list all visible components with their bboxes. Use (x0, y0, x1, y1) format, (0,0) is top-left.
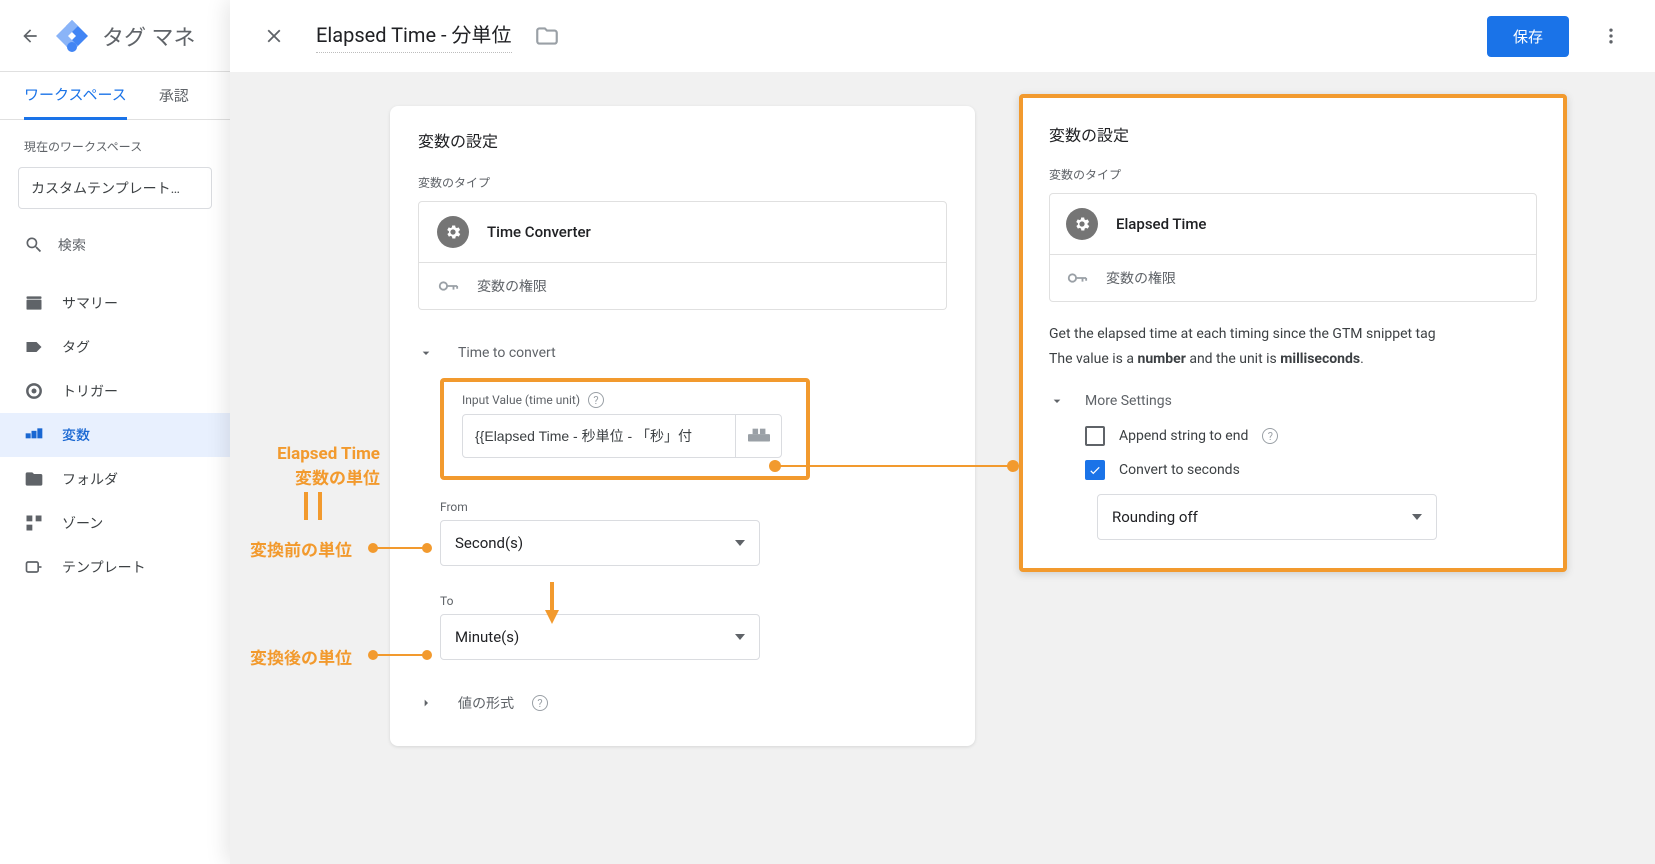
from-select[interactable]: Second(s) (440, 520, 760, 566)
nav-tags[interactable]: タグ (0, 325, 230, 369)
app-title: タグ マネ (102, 20, 195, 52)
input-value-field[interactable] (462, 414, 782, 458)
append-string-row[interactable]: Append string to end ? (1085, 426, 1537, 446)
to-label: To (440, 594, 810, 608)
rounding-select[interactable]: Rounding off (1097, 494, 1437, 540)
to-select[interactable]: Minute(s) (440, 614, 760, 660)
close-button[interactable] (254, 16, 294, 56)
gear-icon (437, 216, 469, 248)
annotation-dot (368, 543, 378, 553)
search-field[interactable]: 検索 (18, 227, 212, 263)
workspace-label: 現在のワークスペース (0, 138, 230, 163)
convert-seconds-row[interactable]: Convert to seconds (1085, 460, 1537, 480)
right-permissions-label: 変数の権限 (1106, 268, 1176, 288)
annotation-line (370, 654, 426, 656)
value-format-section[interactable]: 値の形式 ? (390, 666, 975, 734)
to-select-value: Minute(s) (455, 628, 519, 646)
right-description: Get the elapsed time at each timing sinc… (1049, 322, 1537, 372)
key-icon (437, 275, 459, 297)
rounding-select-value: Rounding off (1112, 508, 1198, 526)
annotation-arrow-stem (550, 582, 554, 612)
annotation-line (304, 492, 308, 520)
right-type-name: Elapsed Time (1116, 215, 1206, 233)
chevron-down-icon (735, 634, 745, 640)
right-type-row[interactable]: Elapsed Time (1049, 193, 1537, 255)
input-value-input[interactable] (463, 428, 735, 444)
annotation-dot (769, 460, 781, 472)
search-icon (24, 235, 44, 255)
variable-name-input[interactable]: Elapsed Time - 分単位 (316, 19, 512, 53)
elapsed-time-card: 変数の設定 変数のタイプ Elapsed Time 変数の権限 Get the … (1019, 94, 1567, 572)
variable-type-row[interactable]: Time Converter (418, 201, 947, 263)
right-permissions-row[interactable]: 変数の権限 (1049, 255, 1537, 302)
annotation-from: 変換前の単位 (250, 536, 352, 561)
type-label: 変数のタイプ (390, 168, 975, 201)
permissions-label: 変数の権限 (477, 276, 547, 296)
nav-variables[interactable]: 変数 (0, 413, 230, 457)
folder-icon[interactable] (534, 23, 560, 49)
search-placeholder: 検索 (58, 235, 86, 255)
chevron-down-icon (418, 342, 440, 364)
annotation-connector (773, 465, 1013, 467)
key-icon (1066, 267, 1088, 289)
gear-icon (1066, 208, 1098, 240)
workspace-select[interactable]: カスタムテンプレート… (18, 167, 212, 209)
gtm-logo-icon (56, 20, 88, 52)
tab-approvals[interactable]: 承認 (159, 85, 189, 106)
chevron-down-icon (1412, 514, 1422, 520)
save-button[interactable]: 保存 (1487, 16, 1569, 57)
annotation-elapsed-time: Elapsed Time 変数の単位 (224, 444, 380, 489)
annotation-dot (1007, 460, 1019, 472)
type-name: Time Converter (487, 223, 591, 241)
variable-config-card: 変数の設定 変数のタイプ Time Converter 変数の権限 Time t… (390, 106, 975, 746)
from-select-value: Second(s) (455, 534, 523, 552)
tab-workspace[interactable]: ワークスペース (24, 72, 127, 120)
nav-zones[interactable]: ゾーン (0, 501, 230, 545)
annotation-line (370, 547, 426, 549)
input-value-label: Input Value (time unit) (462, 393, 580, 407)
more-menu-button[interactable] (1591, 16, 1631, 56)
nav-triggers[interactable]: トリガー (0, 369, 230, 413)
annotation-to: 変換後の単位 (250, 644, 352, 669)
annotation-arrow-down (545, 610, 559, 624)
annotation-dot (422, 543, 432, 553)
variable-picker-icon[interactable] (735, 415, 781, 457)
back-arrow-icon[interactable] (18, 24, 42, 48)
right-type-label: 変数のタイプ (1049, 166, 1537, 193)
checkbox-checked[interactable] (1085, 460, 1105, 480)
help-icon[interactable]: ? (532, 695, 548, 711)
close-icon (263, 25, 285, 47)
variable-permissions-row[interactable]: 変数の権限 (418, 263, 947, 310)
chevron-down-icon (1049, 390, 1071, 412)
help-icon[interactable]: ? (1262, 428, 1278, 444)
right-card-title: 変数の設定 (1049, 118, 1537, 166)
card-title: 変数の設定 (390, 106, 975, 168)
annotation-dot (368, 650, 378, 660)
more-vert-icon (1601, 26, 1621, 46)
input-value-block: Input Value (time unit) ? (440, 378, 810, 480)
chevron-down-icon (735, 540, 745, 546)
help-icon[interactable]: ? (588, 392, 604, 408)
annotation-dot (422, 650, 432, 660)
nav-folders[interactable]: フォルダ (0, 457, 230, 501)
from-label: From (440, 500, 810, 514)
right-more-settings[interactable]: More Settings (1049, 390, 1537, 412)
checkbox-unchecked[interactable] (1085, 426, 1105, 446)
chevron-right-icon (418, 692, 440, 714)
time-to-convert-section[interactable]: Time to convert (390, 334, 975, 378)
nav-summary[interactable]: サマリー (0, 281, 230, 325)
annotation-line (318, 492, 322, 520)
nav-templates[interactable]: テンプレート (0, 545, 230, 589)
